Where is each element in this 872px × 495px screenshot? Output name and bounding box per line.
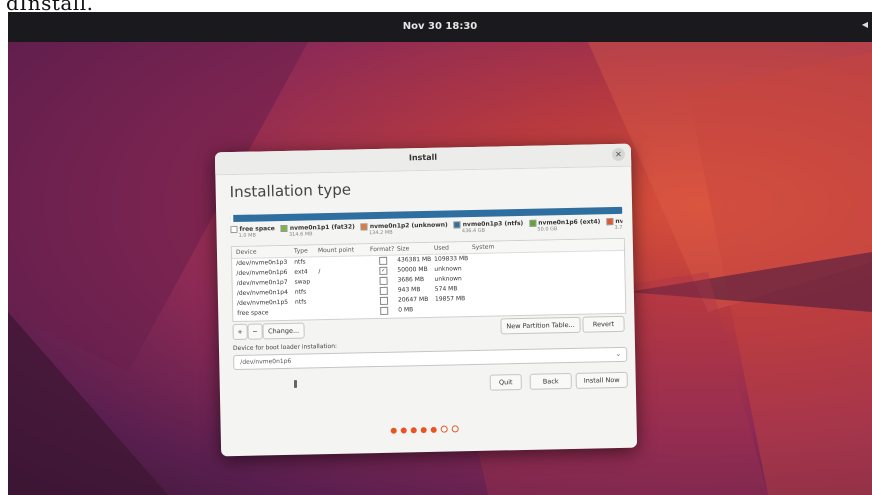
format-checkbox[interactable] — [379, 256, 388, 265]
col-mount: Mount point — [317, 246, 355, 255]
format-checkbox[interactable] — [379, 296, 389, 305]
cell-used: 574 MB — [434, 285, 458, 293]
cell-used: 109833 MB — [434, 255, 469, 263]
format-checkbox[interactable] — [379, 276, 388, 285]
progress-dot — [451, 425, 459, 433]
cell-size: 436381 MB — [397, 255, 432, 264]
page-title: Installation type — [229, 180, 352, 202]
progress-dots — [390, 417, 480, 434]
cell-size: 943 MB — [397, 286, 421, 294]
legend-name: nvme0n1p3 (ntfs) — [462, 219, 524, 229]
desktop: Nov 30 18:30 ◀ Install ✕ Installation ty… — [8, 12, 872, 495]
cell-device: /dev/nvme0n1p6 — [236, 268, 288, 277]
legend-item: free space 1.0 MB — [230, 225, 275, 239]
progress-dot — [390, 427, 397, 434]
legend-name: nvme0n1p6 (ext4) — [538, 218, 601, 227]
format-checkbox[interactable]: ✓ — [379, 266, 388, 275]
new-partition-table-button[interactable]: New Partition Table... — [500, 316, 581, 335]
tray-arrow-icon[interactable]: ◀ — [862, 20, 868, 29]
back-button[interactable]: Back — [529, 372, 572, 390]
install-dialog: Install ✕ Installation type free space 1.… — [214, 143, 638, 457]
cell-type: ntfs — [294, 288, 307, 296]
legend-name: free space — [239, 225, 275, 233]
legend-swatch — [606, 218, 614, 226]
legend-swatch — [230, 225, 238, 234]
cell-type: ntfs — [294, 258, 306, 266]
cell-device: /dev/nvme0n1p7 — [236, 278, 288, 287]
bootloader-label: Device for boot loader installation: — [232, 342, 338, 353]
cell-used: unknown — [434, 265, 462, 273]
cell-size: 20647 MB — [397, 295, 429, 304]
dialog-title: Install — [408, 152, 438, 163]
mouse-cursor — [294, 380, 297, 388]
cell-size: 50000 MB — [397, 265, 428, 274]
add-partition-button[interactable]: + — [232, 323, 248, 341]
format-checkbox[interactable] — [379, 286, 388, 295]
cell-device: /dev/nvme0n1p4 — [236, 288, 288, 297]
legend-name: nvme0n1p1 (fat32) — [289, 223, 355, 232]
chevron-down-icon: ⌄ — [615, 349, 622, 359]
legend-size: 3.7 G — [614, 224, 623, 232]
cell-device: /dev/nvme0n1p5 — [236, 298, 289, 307]
clock[interactable]: Nov 30 18:30 — [8, 21, 872, 32]
legend-size: 436.4 GB — [461, 227, 486, 235]
legend-swatch — [360, 223, 368, 231]
install-now-button[interactable]: Install Now — [575, 371, 628, 389]
col-type: Type — [293, 247, 308, 255]
progress-dot — [430, 426, 437, 433]
cell-device: /dev/nvme0n1p3 — [236, 258, 288, 267]
legend-size: 1.0 MB — [238, 232, 256, 239]
col-format: Format? — [369, 245, 395, 254]
legend-item: nvm3.7 G — [606, 218, 623, 232]
col-device: Device — [235, 248, 257, 256]
legend-item: nvme0n1p2 (unknown) 134.2 MB — [360, 222, 448, 237]
legend-size: 50.0 GB — [537, 226, 558, 233]
legend-size: 134.2 MB — [368, 229, 393, 237]
cell-type: ntfs — [294, 298, 307, 306]
cell-device: free space — [237, 309, 269, 317]
legend-item: nvme0n1p1 (fat32) 314.6 MB — [280, 223, 355, 238]
cell-mount: / — [318, 268, 321, 276]
remove-partition-button[interactable]: − — [247, 323, 263, 340]
format-checkbox[interactable] — [380, 306, 389, 315]
legend-swatch — [280, 224, 288, 233]
progress-dot — [400, 427, 407, 434]
legend-swatch — [529, 219, 537, 227]
quit-button[interactable]: Quit — [489, 374, 522, 391]
bootloader-value: /dev/nvme0n1p6 — [240, 357, 292, 366]
legend-size: 314.6 MB — [288, 231, 313, 238]
partition-table[interactable]: Device Type Mount point Format? Size Use… — [230, 237, 627, 323]
close-icon[interactable]: ✕ — [611, 147, 626, 162]
top-bar: Nov 30 18:30 ◀ — [8, 12, 872, 42]
cell-type: swap — [294, 278, 311, 286]
progress-dot — [420, 427, 427, 434]
cell-used: unknown — [434, 275, 462, 283]
cell-type: ext4 — [294, 268, 308, 276]
legend-swatch — [453, 221, 461, 229]
col-size: Size — [396, 245, 410, 253]
revert-button[interactable]: Revert — [582, 315, 625, 333]
col-used: Used — [433, 244, 450, 252]
legend-item: nvme0n1p6 (ext4) 50.0 GB — [529, 218, 601, 233]
col-system: System — [471, 243, 495, 252]
cell-size: 0 MB — [398, 306, 414, 314]
legend-item: nvme0n1p3 (ntfs) 436.4 GB — [453, 219, 524, 235]
progress-dot — [410, 427, 417, 434]
cell-used: 19857 MB — [434, 295, 466, 303]
progress-dot — [440, 425, 448, 433]
change-partition-button[interactable]: Change... — [262, 322, 305, 340]
cell-size: 3686 MB — [397, 276, 425, 284]
